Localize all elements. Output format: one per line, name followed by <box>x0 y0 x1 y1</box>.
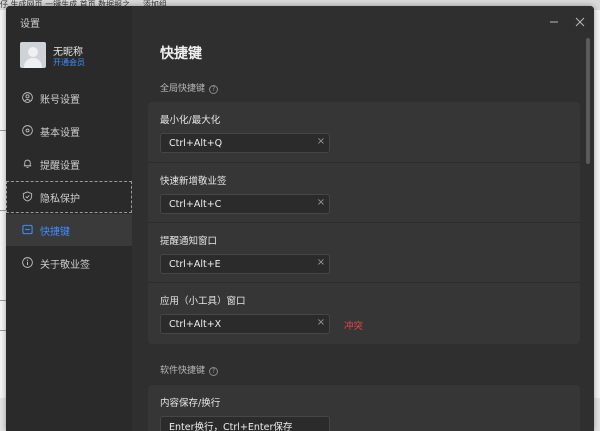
global-shortcuts-heading: 全局快捷键? <box>160 81 219 94</box>
shortcut-label: 内容保存/换行 <box>160 398 221 409</box>
help-icon[interactable]: ? <box>209 85 219 94</box>
shortcut-input-reminder-window[interactable] <box>160 254 330 274</box>
minimize-icon[interactable] <box>548 16 560 28</box>
conflict-status: 冲突 <box>344 321 364 332</box>
shortcut-row: 提醒通知窗口 × <box>148 222 580 282</box>
info-icon <box>22 257 33 268</box>
shortcut-label: 应用（小工具）窗口 <box>160 296 246 307</box>
software-shortcuts-heading: 软件快捷键? <box>160 363 219 376</box>
settings-dialog: 设置 无昵称 开通会员 账号设置 基本设置 提醒设置 隐私保护 快捷键 关于敬业… <box>6 6 594 431</box>
shortcut-input-minimize[interactable] <box>160 133 330 153</box>
dialog-title: 设置 <box>20 19 40 30</box>
sidebar-item-basic[interactable]: 基本设置 <box>6 115 132 147</box>
page-title: 快捷键 <box>160 46 202 62</box>
sidebar-item-shortcuts[interactable]: 快捷键 <box>6 214 132 246</box>
clear-icon[interactable]: × <box>316 137 326 147</box>
sidebar-item-reminder[interactable]: 提醒设置 <box>6 148 132 180</box>
clear-icon[interactable]: × <box>316 258 326 268</box>
section-label-text: 软件快捷键 <box>160 366 206 376</box>
shortcut-row: 内容保存/换行 <box>148 385 580 431</box>
settings-content: 快捷键 全局快捷键? 最小化/最大化 × 快速新增敬业签 × 提醒通知窗口 × … <box>132 6 594 431</box>
user-icon <box>22 92 33 103</box>
sidebar-item-label: 基本设置 <box>40 128 80 139</box>
software-shortcuts-card: 内容保存/换行 <box>148 385 580 431</box>
sidebar-item-privacy[interactable]: 隐私保护 <box>6 181 132 213</box>
shield-icon <box>22 191 33 202</box>
sidebar-item-account[interactable]: 账号设置 <box>6 82 132 114</box>
shortcut-input-save-newline[interactable] <box>160 416 330 431</box>
clear-icon[interactable]: × <box>316 198 326 208</box>
shortcut-row: 应用（小工具）窗口 × 冲突 <box>148 282 580 342</box>
settings-icon <box>22 125 33 136</box>
shortcut-label: 快速新增敬业签 <box>160 176 227 187</box>
shortcut-row: 快速新增敬业签 × <box>148 162 580 222</box>
settings-sidebar: 设置 无昵称 开通会员 账号设置 基本设置 提醒设置 隐私保护 快捷键 关于敬业… <box>6 6 132 431</box>
sidebar-item-label: 提醒设置 <box>40 161 80 172</box>
clear-icon[interactable]: × <box>316 318 326 328</box>
help-icon[interactable]: ? <box>209 367 219 376</box>
avatar-body-shape <box>24 58 42 68</box>
sidebar-item-label: 快捷键 <box>40 227 70 238</box>
avatar-head-shape <box>28 47 38 57</box>
avatar[interactable] <box>20 42 46 68</box>
username: 无昵称 <box>53 47 83 58</box>
sidebar-item-label: 隐私保护 <box>40 194 80 205</box>
open-vip-link[interactable]: 开通会员 <box>53 57 85 68</box>
shortcut-label: 提醒通知窗口 <box>160 236 218 247</box>
shortcut-input-quick-add[interactable] <box>160 194 330 214</box>
shortcut-label: 最小化/最大化 <box>160 115 221 126</box>
section-label-text: 全局快捷键 <box>160 84 206 94</box>
close-icon[interactable] <box>574 16 586 28</box>
global-shortcuts-card: 最小化/最大化 × 快速新增敬业签 × 提醒通知窗口 × 应用（小工具）窗口 ×… <box>148 102 580 344</box>
sidebar-item-label: 关于敬业签 <box>40 260 90 271</box>
shortcut-row: 最小化/最大化 × <box>148 102 580 162</box>
sidebar-item-about[interactable]: 关于敬业签 <box>6 247 132 279</box>
sidebar-item-label: 账号设置 <box>40 95 80 106</box>
scrollbar-thumb[interactable] <box>586 38 590 164</box>
bell-icon <box>23 159 32 168</box>
keyboard-icon <box>22 224 33 235</box>
shortcut-input-app-window[interactable] <box>160 314 330 334</box>
